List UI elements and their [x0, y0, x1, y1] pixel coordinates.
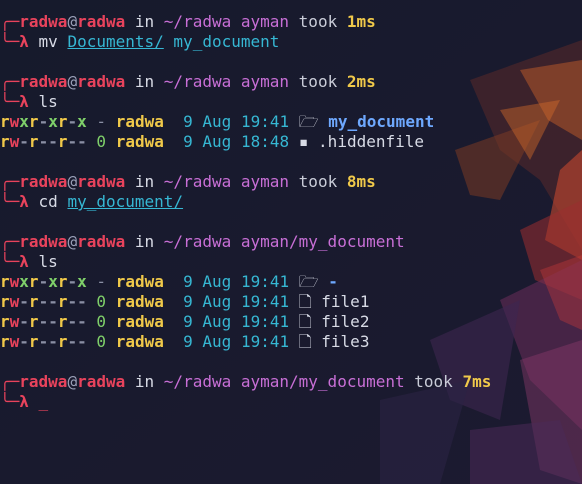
- path-argument: my_document/: [67, 192, 184, 211]
- file-name: file3: [321, 332, 370, 351]
- file-icon: 🗋: [298, 292, 312, 311]
- prompt-line: ╭─radwa@radwa in ~/radwa ayman took 8ms: [0, 172, 376, 191]
- text-cursor: _: [38, 392, 49, 411]
- prompt-line: ╭─radwa@radwa in ~/radwa ayman/my_docume…: [0, 232, 405, 251]
- command-input-line[interactable]: ╰─λ _: [0, 392, 582, 412]
- file-name: .hiddenfile: [318, 132, 425, 151]
- prompt-path: ~/radwa ayman/my_document: [163, 372, 405, 391]
- prompt-line: ╭─radwa@radwa in ~/radwa ayman took 2ms: [0, 72, 376, 91]
- lambda-prompt-icon: λ: [19, 392, 29, 411]
- command-duration: 8ms: [346, 172, 376, 191]
- command-line: ╰─λ mv Documents/ my_document: [0, 32, 280, 51]
- prompt-path: ~/radwa ayman/my_document: [163, 232, 405, 251]
- command-duration: 1ms: [346, 12, 376, 31]
- permissions: rw-r--r--: [0, 332, 87, 351]
- permissions: rw-r--r--: [0, 312, 87, 331]
- command-duration: 7ms: [462, 372, 492, 391]
- lambda-prompt-icon: λ: [19, 92, 29, 111]
- command-line: ╰─λ cd my_document/: [0, 192, 184, 211]
- folder-icon: 🗁: [298, 112, 319, 131]
- listing-row: rwxr-xr-x - radwa 9 Aug 19:41 🗁 -: [0, 272, 338, 291]
- prompt-path: ~/radwa ayman: [163, 12, 290, 31]
- file-name: file2: [321, 312, 370, 331]
- permissions: rwxr-xr-x: [0, 272, 87, 291]
- prompt-path: ~/radwa ayman: [163, 72, 290, 91]
- permissions: rw-r--r--: [0, 132, 87, 151]
- terminal-window[interactable]: ╭─radwa@radwa in ~/radwa ayman took 1ms …: [0, 0, 582, 484]
- listing-row: rwxr-xr-x - radwa 9 Aug 19:41 🗁 my_docum…: [0, 112, 435, 131]
- file-icon: ▪: [298, 132, 309, 151]
- prompt-path: ~/radwa ayman: [163, 172, 290, 191]
- lambda-prompt-icon: λ: [19, 192, 29, 211]
- file-name: my_document: [328, 112, 435, 131]
- command-line: ╰─λ ls: [0, 92, 58, 111]
- lambda-prompt-icon: λ: [19, 252, 29, 271]
- file-icon: 🗋: [298, 332, 312, 351]
- prompt-line: ╭─radwa@radwa in ~/radwa ayman took 1ms: [0, 12, 376, 31]
- command-duration: 2ms: [346, 72, 376, 91]
- file-name: file1: [321, 292, 370, 311]
- prompt-line: ╭─radwa@radwa in ~/radwa ayman/my_docume…: [0, 372, 492, 391]
- listing-row: rw-r--r-- 0 radwa 9 Aug 19:41 🗋 file1: [0, 292, 370, 311]
- permissions: rwxr-xr-x: [0, 112, 87, 131]
- listing-row: rw-r--r-- 0 radwa 9 Aug 19:41 🗋 file2: [0, 312, 370, 331]
- folder-icon: 🗁: [298, 272, 319, 291]
- listing-row: rw-r--r-- 0 radwa 9 Aug 19:41 🗋 file3: [0, 332, 370, 351]
- file-icon: 🗋: [298, 312, 312, 331]
- permissions: rw-r--r--: [0, 292, 87, 311]
- file-name: -: [328, 272, 338, 291]
- listing-row: rw-r--r-- 0 radwa 9 Aug 18:48 ▪ .hiddenf…: [0, 132, 425, 151]
- path-argument: Documents/: [67, 32, 164, 51]
- command-line: ╰─λ ls: [0, 252, 58, 271]
- lambda-prompt-icon: λ: [19, 32, 29, 51]
